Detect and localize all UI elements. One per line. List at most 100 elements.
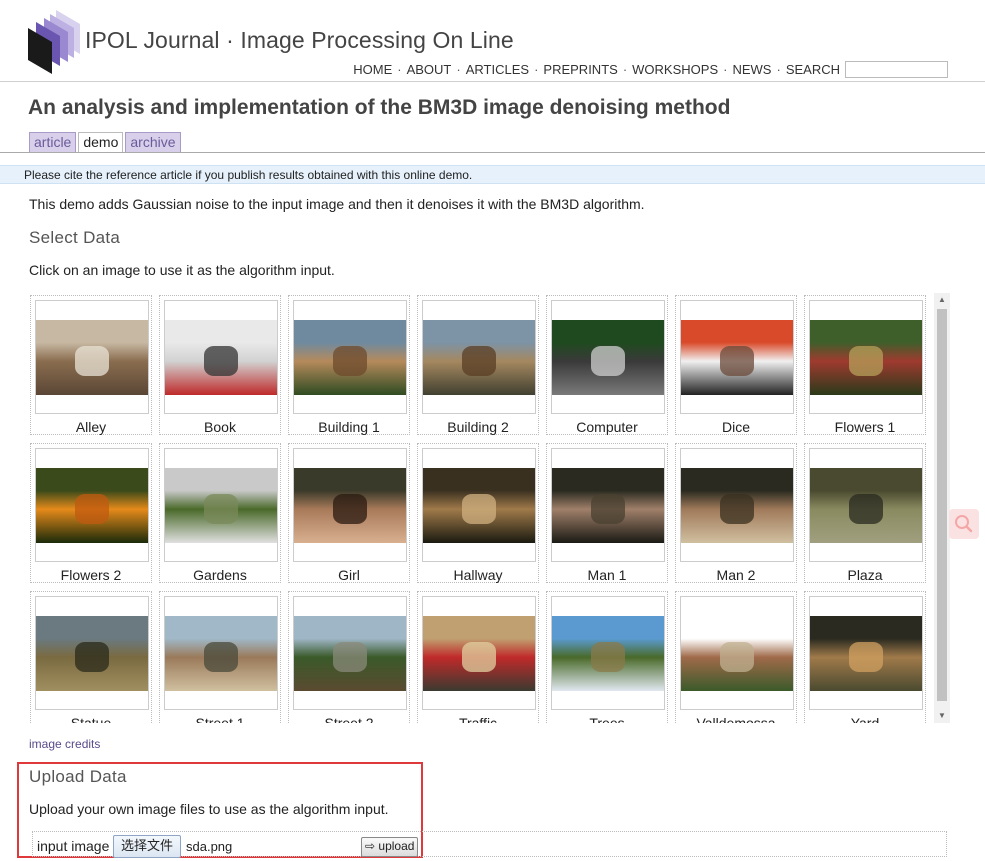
thumbnail-caption: Plaza [847, 567, 883, 583]
thumbnail-detail [591, 346, 625, 377]
cite-notice: Please cite the reference article if you… [0, 165, 985, 184]
nav-home[interactable]: HOME [353, 62, 392, 77]
gallery-item[interactable]: Man 1 [546, 443, 668, 583]
thumbnail-caption: Girl [338, 567, 360, 583]
thumbnail-caption: Statue [70, 715, 112, 723]
selected-filename: sda.png [186, 839, 233, 854]
thumbnail-image[interactable] [294, 468, 406, 543]
thumbnail-frame [551, 448, 665, 562]
thumbnail-image[interactable] [36, 468, 148, 543]
thumbnail-frame [422, 300, 536, 414]
thumbnail-detail [75, 494, 109, 525]
gallery-item[interactable]: Girl [288, 443, 410, 583]
thumbnail-caption: Computer [576, 419, 638, 435]
nav-separator: · [776, 62, 781, 77]
thumbnail-caption: Dice [721, 419, 750, 435]
gallery-item[interactable]: Plaza [804, 443, 926, 583]
thumbnail-caption: Alley [75, 419, 107, 435]
scroll-up-arrow-icon[interactable]: ▲ [934, 293, 950, 307]
thumbnail-image[interactable] [165, 320, 277, 395]
gallery-item[interactable]: Alley [30, 295, 152, 435]
tab-archive[interactable]: archive [125, 132, 181, 152]
gallery-item[interactable]: Hallway [417, 443, 539, 583]
scroll-down-arrow-icon[interactable]: ▼ [934, 709, 950, 723]
tab-article[interactable]: article [29, 132, 77, 152]
thumbnail-detail [591, 494, 625, 525]
gallery-item[interactable]: Dice [675, 295, 797, 435]
thumbnail-detail [462, 642, 496, 673]
thumbnail-image[interactable] [294, 320, 406, 395]
tabs-divider [0, 152, 985, 153]
thumbnail-image[interactable] [552, 320, 664, 395]
thumbnail-frame [422, 596, 536, 710]
thumbnail-image[interactable] [423, 616, 535, 691]
floating-search-button[interactable] [949, 509, 979, 539]
thumbnail-image[interactable] [423, 320, 535, 395]
upload-data-instruction: Upload your own image files to use as th… [29, 801, 389, 817]
tab-demo[interactable]: demo [78, 132, 124, 152]
gallery-item[interactable]: Street 1 [159, 591, 281, 723]
thumbnail-caption: Yard [850, 715, 880, 723]
search-icon [955, 515, 973, 533]
thumbnail-detail [75, 346, 109, 377]
thumbnail-image[interactable] [810, 616, 922, 691]
gallery-item[interactable]: Gardens [159, 443, 281, 583]
nav-news[interactable]: NEWS [732, 62, 771, 77]
thumbnail-image[interactable] [36, 320, 148, 395]
choose-file-button[interactable]: 选择文件 [113, 835, 182, 858]
thumbnail-frame [809, 596, 923, 710]
gallery-item[interactable]: Flowers 2 [30, 443, 152, 583]
thumbnail-detail [720, 642, 754, 673]
gallery-item[interactable]: Valldemossa [675, 591, 797, 723]
thumbnail-frame [164, 596, 278, 710]
gallery-item[interactable]: Building 2 [417, 295, 539, 435]
thumbnail-frame [35, 448, 149, 562]
gallery-item[interactable]: Statue [30, 591, 152, 723]
gallery-item[interactable]: Street 2 [288, 591, 410, 723]
thumbnail-detail [849, 494, 883, 525]
image-credits-link[interactable]: image credits [29, 737, 100, 751]
thumbnail-frame [293, 448, 407, 562]
thumbnail-caption: Building 2 [447, 419, 509, 435]
nav-about[interactable]: ABOUT [407, 62, 452, 77]
thumbnail-frame [680, 596, 794, 710]
thumbnail-image[interactable] [681, 468, 793, 543]
thumbnail-image[interactable] [552, 616, 664, 691]
thumbnail-image[interactable] [36, 616, 148, 691]
thumbnail-image[interactable] [552, 468, 664, 543]
thumbnail-image[interactable] [423, 468, 535, 543]
thumbnail-image[interactable] [294, 616, 406, 691]
thumbnail-detail [75, 642, 109, 673]
thumbnail-caption: Building 1 [318, 419, 380, 435]
scrollbar-thumb[interactable] [937, 309, 947, 701]
thumbnail-image[interactable] [165, 468, 277, 543]
nav-search[interactable]: SEARCH [786, 62, 840, 77]
thumbnail-caption: Street 2 [324, 715, 374, 723]
thumbnail-image[interactable] [681, 616, 793, 691]
thumbnail-frame [422, 448, 536, 562]
thumbnail-image[interactable] [165, 616, 277, 691]
nav-workshops[interactable]: WORKSHOPS [632, 62, 718, 77]
gallery-item[interactable]: Traffic [417, 591, 539, 723]
site-title[interactable]: IPOL Journal · Image Processing On Line [85, 27, 514, 54]
thumbnail-image[interactable] [681, 320, 793, 395]
gallery-scrollbar[interactable]: ▲ ▼ [934, 293, 950, 723]
nav-preprints[interactable]: PREPRINTS [543, 62, 617, 77]
thumbnail-caption: Book [204, 419, 236, 435]
gallery-item[interactable]: Computer [546, 295, 668, 435]
thumbnail-image[interactable] [810, 468, 922, 543]
upload-button[interactable]: ⇨ upload [361, 837, 419, 857]
main-nav: HOME · ABOUT · ARTICLES · PREPRINTS · WORKSHOPS ·… [353, 61, 948, 78]
thumbnail-caption: Traffic [458, 715, 498, 723]
gallery-item[interactable]: Book [159, 295, 281, 435]
gallery-item[interactable]: Man 2 [675, 443, 797, 583]
gallery-item[interactable]: Building 1 [288, 295, 410, 435]
thumbnail-detail [333, 642, 367, 673]
gallery-item[interactable]: Yard [804, 591, 926, 723]
gallery-item[interactable]: Flowers 1 [804, 295, 926, 435]
nav-articles[interactable]: ARTICLES [466, 62, 529, 77]
thumbnail-detail [204, 642, 238, 673]
search-input[interactable] [845, 61, 948, 78]
gallery-item[interactable]: Trees [546, 591, 668, 723]
thumbnail-image[interactable] [810, 320, 922, 395]
